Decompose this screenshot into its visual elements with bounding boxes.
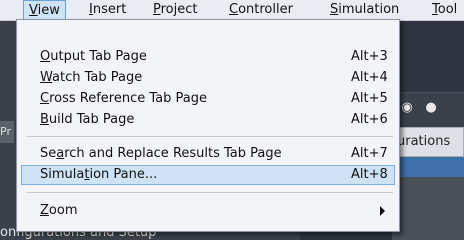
menu-item-build-tab-page[interactable]: Build Tab Page Alt+6 [21, 110, 395, 130]
menu-item-label: Zoom [40, 203, 78, 218]
menu-bar: View Insert Project Controller Simulatio… [0, 0, 464, 21]
menu-item-watch-tab-page[interactable]: Watch Tab Page Alt+4 [21, 68, 395, 88]
search-icon[interactable]: ● [424, 101, 438, 115]
shortcut-label: Alt+7 [351, 146, 388, 161]
menu-separator [27, 192, 393, 193]
menu-project[interactable]: Project [153, 2, 198, 18]
menu-item-cross-reference-tab-page[interactable]: Cross Reference Tab Page Alt+5 [21, 89, 395, 109]
menu-item-search-replace-results-tab-page[interactable]: Search and Replace Results Tab Page Alt+… [21, 144, 395, 164]
menu-item-label: Output Tab Page [40, 49, 147, 64]
menu-item-output-tab-page[interactable]: Output Tab Page Alt+3 [21, 47, 395, 67]
menu-simulation[interactable]: Simulation [330, 2, 399, 18]
panel-selection-bar [392, 157, 464, 177]
menu-insert[interactable]: Insert [89, 2, 126, 18]
shortcut-label: Alt+4 [351, 70, 388, 85]
menu-item-label: Build Tab Page [40, 112, 135, 127]
view-menu-dropdown: Output Tab Page Alt+3 Watch Tab Page Alt… [16, 19, 400, 232]
configurations-panel-title: urations [397, 134, 451, 149]
binoculars-icon[interactable]: ◉ [400, 101, 414, 115]
menu-item-label: Simulation Pane... [40, 167, 158, 182]
toolbar: ◉ ● [392, 92, 464, 127]
menu-view[interactable]: View [23, 0, 66, 20]
submenu-arrow-icon [380, 206, 385, 216]
menu-item-label: Cross Reference Tab Page [40, 91, 207, 106]
shortcut-label: Alt+8 [351, 167, 388, 182]
configurations-panel-header[interactable]: urations [392, 127, 464, 157]
configurations-panel-body [392, 177, 464, 240]
menu-item-simulation-pane[interactable]: Simulation Pane... Alt+8 [21, 165, 395, 185]
menu-controller[interactable]: Controller [229, 2, 293, 18]
side-tab-project[interactable]: Pr [0, 121, 14, 143]
menu-item-zoom[interactable]: Zoom [21, 201, 395, 221]
menu-item-label: Watch Tab Page [40, 70, 143, 85]
shortcut-label: Alt+3 [351, 49, 388, 64]
shortcut-label: Alt+5 [351, 91, 388, 106]
shortcut-label: Alt+6 [351, 112, 388, 127]
menu-tools[interactable]: Tool [432, 2, 457, 18]
menu-separator [27, 136, 393, 137]
menu-item-label: Search and Replace Results Tab Page [40, 146, 282, 161]
